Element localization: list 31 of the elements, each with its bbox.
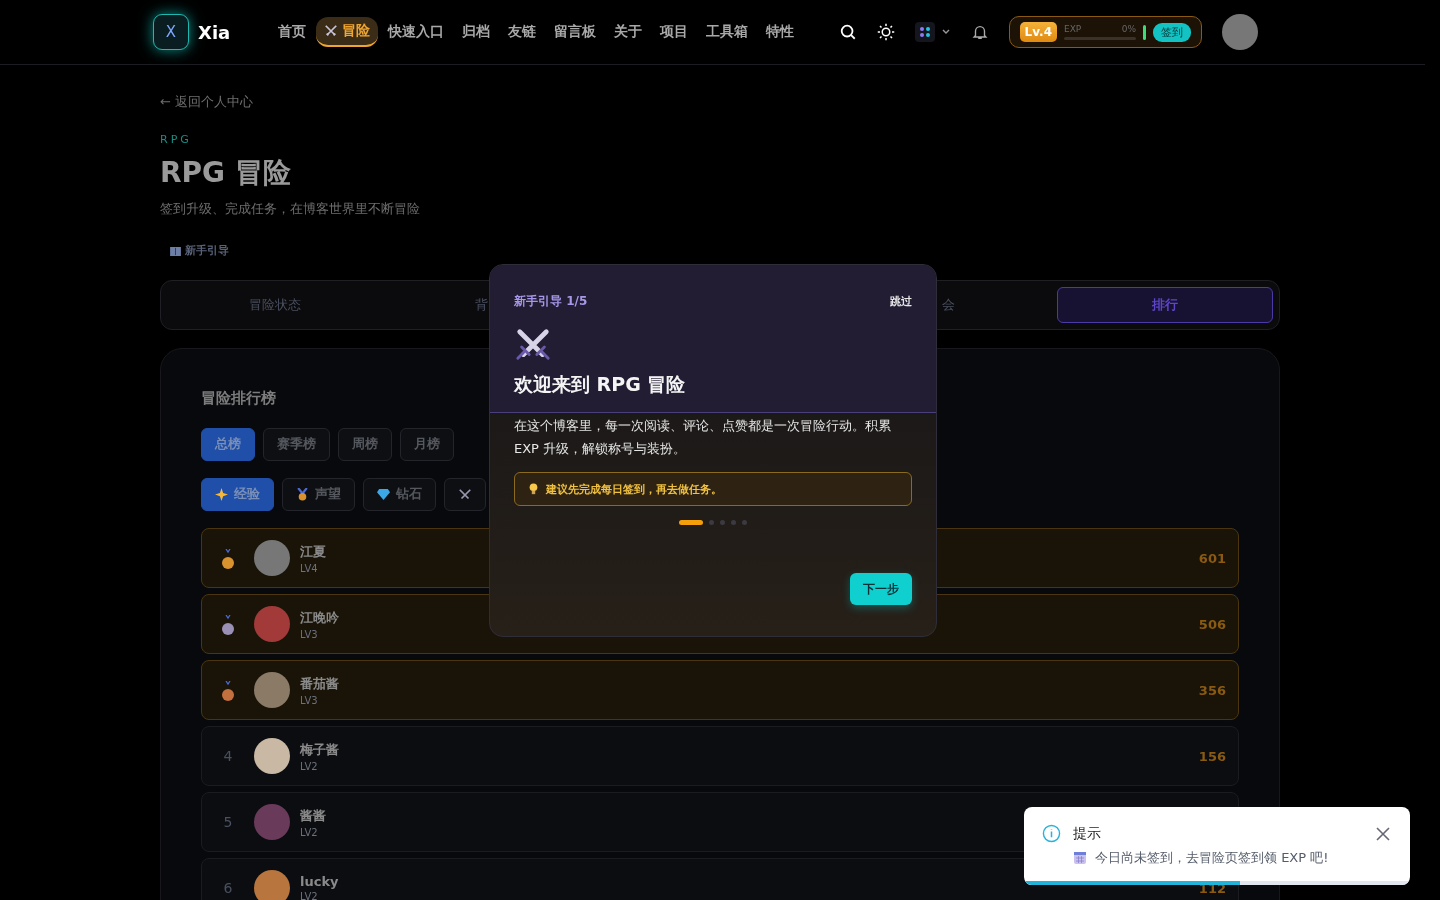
rank-number: 4 (222, 748, 234, 764)
user-name: 江晚吟 (300, 608, 339, 627)
score: 356 (1198, 682, 1226, 698)
exp-label: EXP (1064, 24, 1082, 34)
user-name: 江夏 (300, 542, 326, 561)
score: 156 (1198, 748, 1226, 764)
user-level: LV2 (300, 891, 319, 900)
user-level: LV3 (300, 628, 319, 640)
tip-text: 建议先完成每日签到，再去做任务。 (546, 481, 722, 497)
user-level: LV4 (300, 562, 319, 574)
leaderboard-title: 冒险排行榜 (201, 389, 277, 408)
page-subtitle: 签到升级、完成任务，在博客世界里不断冒险 (160, 200, 421, 218)
level-badge: Lv.4 (1019, 22, 1057, 42)
user-name: lucky (300, 874, 339, 889)
user-name: 梅子酱 (300, 740, 339, 759)
rank-number: 6 (222, 880, 234, 896)
toast-title: 提示 (1073, 824, 1101, 843)
user-level: LV2 (300, 760, 319, 772)
user-level: LV2 (300, 826, 319, 838)
page-title: RPG 冒险 (160, 155, 292, 191)
dialog-heading: 欢迎来到 RPG 冒险 (514, 372, 687, 397)
section-label: RPG (160, 133, 193, 146)
step-counter: 新手引导 1/5 (514, 293, 588, 310)
exp-percent: 0% (1121, 24, 1136, 34)
score: 506 (1198, 616, 1226, 632)
dialog-text: 在这个博客里，每一次阅读、评论、点赞都是一次冒险行动。积累 EXP 升级，解锁称号与装扮。 (514, 417, 892, 458)
user-name: 酱酱 (300, 806, 326, 825)
user-level: LV3 (300, 694, 319, 706)
user-name: 番茄酱 (300, 674, 339, 693)
score: 601 (1198, 550, 1226, 566)
rank-number: 5 (222, 814, 234, 830)
